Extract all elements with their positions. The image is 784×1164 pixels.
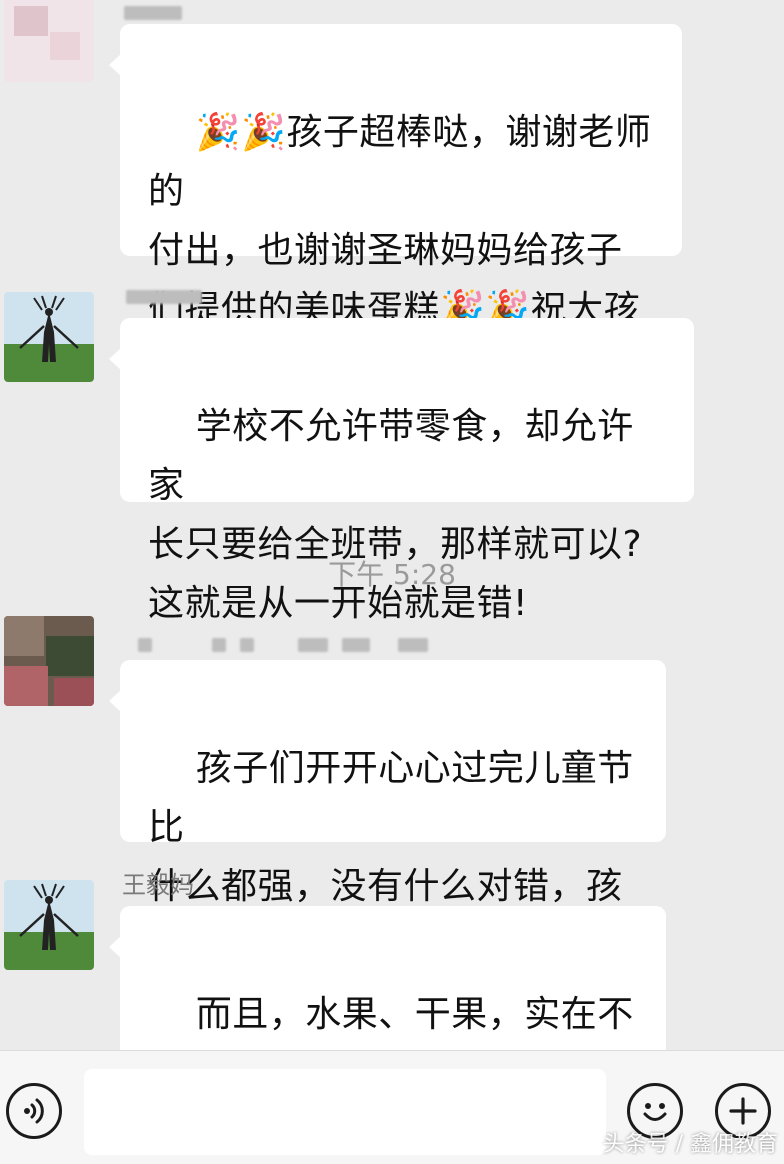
message-bubble[interactable]: 孩子们开开心心过完儿童节比 什么都强，没有什么对错，孩 子们开心最重要! bbox=[109, 660, 666, 966]
avatar[interactable] bbox=[4, 0, 94, 82]
avatar-figure-image bbox=[4, 292, 94, 382]
chat-window: 🎉🎉孩子超棒哒，谢谢老师的 付出，也谢谢圣琳妈妈给孩子 们提供的美味蛋糕🎉🎉祝大… bbox=[0, 0, 784, 1164]
voice-icon bbox=[24, 1098, 44, 1124]
sender-nickname: 王毅妈 bbox=[122, 871, 194, 899]
voice-button[interactable] bbox=[6, 1083, 62, 1139]
avatar[interactable] bbox=[4, 292, 94, 382]
watermark: 头条号 / 鑫佣教育 bbox=[602, 1132, 778, 1157]
avatar-figure-image bbox=[4, 880, 94, 970]
timestamp: 下午 5:28 bbox=[328, 558, 456, 591]
emoji-icon bbox=[643, 1103, 667, 1121]
nickname-blurred bbox=[124, 6, 182, 20]
message-bubble[interactable]: 学校不允许带零食，却允许家 长只要给全班带，那样就可以? 这就是从一开始就是错! bbox=[109, 318, 694, 624]
nickname-blurred bbox=[126, 290, 202, 304]
message-input[interactable] bbox=[84, 1069, 606, 1155]
avatar-blurred-image bbox=[4, 616, 94, 706]
avatar-blurred-image bbox=[4, 0, 94, 82]
message-bubble[interactable]: 🎉🎉孩子超棒哒，谢谢老师的 付出，也谢谢圣琳妈妈给孩子 们提供的美味蛋糕🎉🎉祝大… bbox=[109, 24, 682, 389]
plus-icon bbox=[729, 1097, 757, 1125]
avatar[interactable] bbox=[4, 616, 94, 706]
avatar[interactable] bbox=[4, 880, 94, 970]
